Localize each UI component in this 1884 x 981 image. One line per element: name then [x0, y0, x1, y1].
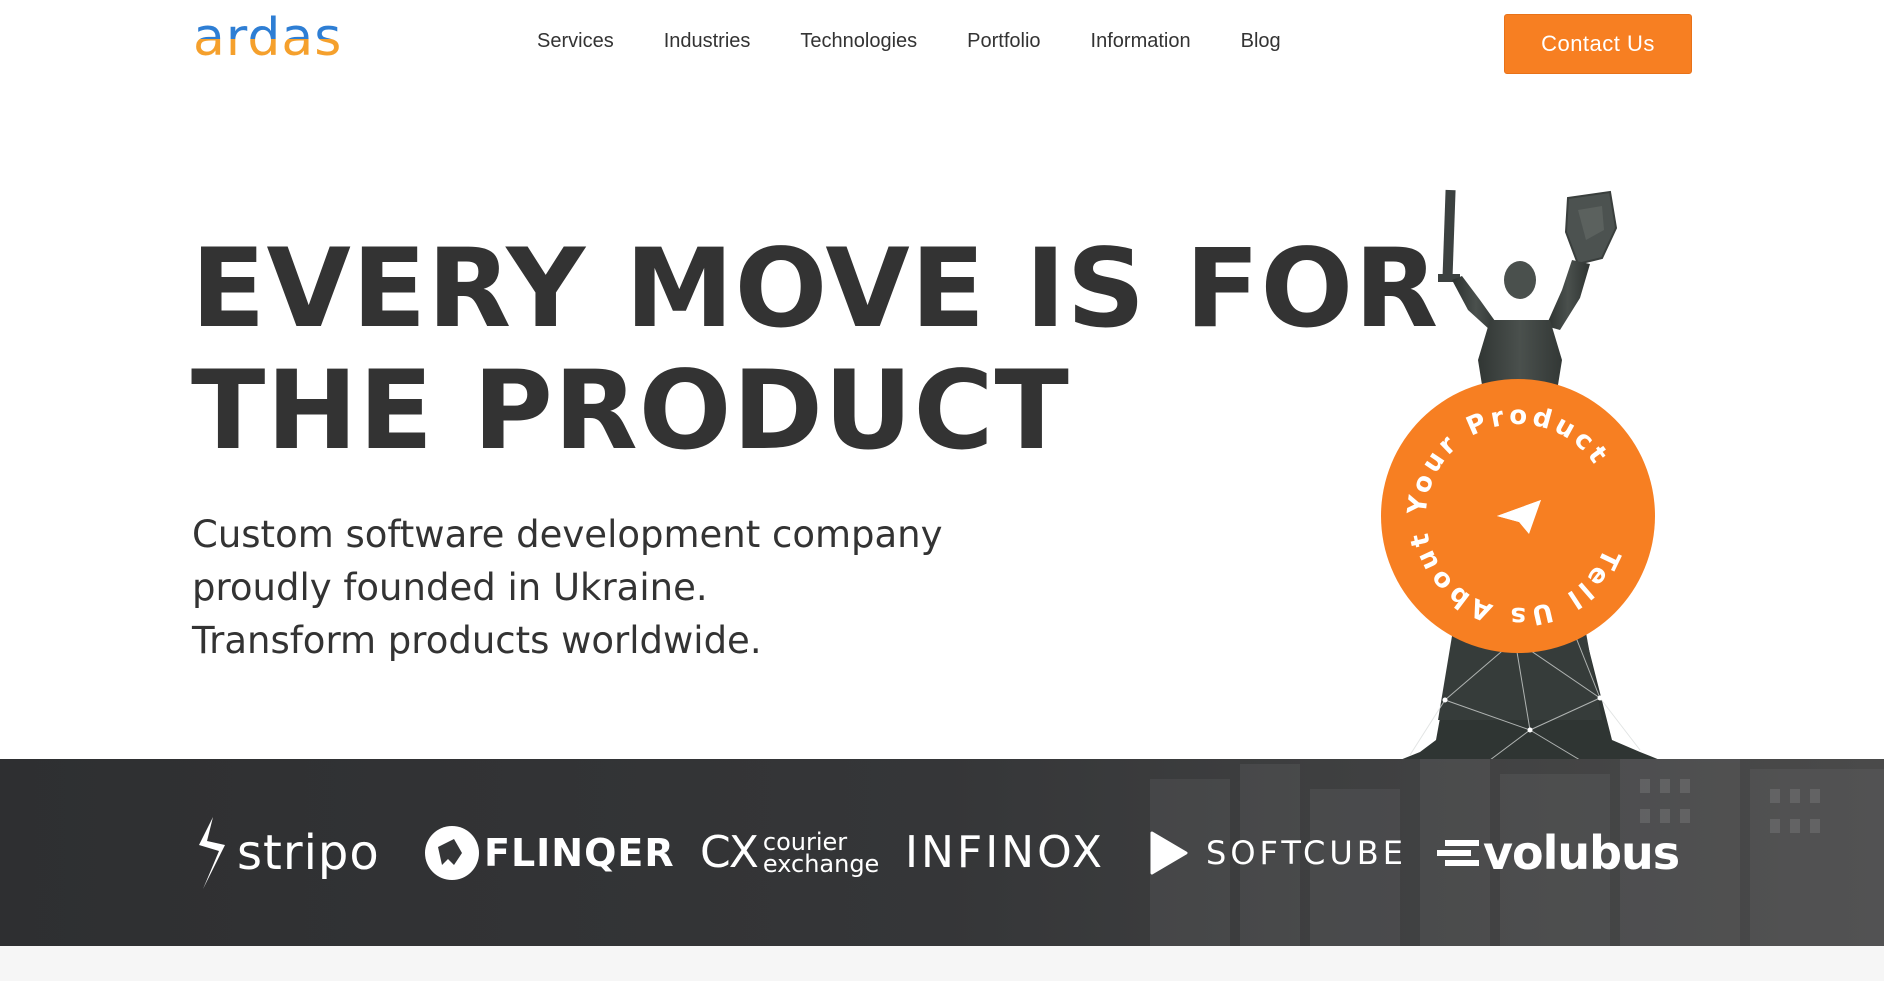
clients-band: stripo FLINQER CX courier exchange INFIN…: [0, 759, 1884, 946]
tell-us-about-product-button[interactable]: Tell Us About Your Product: [1370, 368, 1665, 664]
stripo-mark-icon: [199, 816, 225, 889]
nav-blog[interactable]: Blog: [1241, 30, 1281, 53]
client-logo-courier-exchange: CX courier exchange: [700, 759, 879, 946]
hero-title: EVERY MOVE IS FOR THE PRODUCT: [191, 225, 1440, 474]
courier-exchange-text: courier exchange: [762, 830, 880, 878]
client-name-exchange: exchange: [762, 849, 880, 878]
client-logo-volubus: volubus: [1437, 759, 1680, 946]
logo-text: ardas: [193, 8, 343, 68]
nav-technologies[interactable]: Technologies: [800, 30, 917, 53]
client-logo-softcube: SOFTCUBE: [1150, 759, 1407, 946]
client-logo-stripo: stripo: [191, 759, 380, 946]
flinqer-mark-icon: [425, 825, 479, 880]
client-name-cx: CX: [700, 827, 759, 878]
ardas-logo[interactable]: ardas: [193, 12, 342, 64]
client-name-infinox: INFINOX: [905, 827, 1106, 878]
main-nav: Services Industries Technologies Portfol…: [537, 30, 1331, 53]
hero-subtitle-line-3: Transform products worldwide.: [192, 619, 762, 662]
client-logo-flinqer: FLINQER: [424, 759, 675, 946]
client-name-softcube: SOFTCUBE: [1206, 833, 1407, 872]
nav-information[interactable]: Information: [1091, 30, 1191, 53]
paper-plane-icon: [1497, 500, 1541, 534]
nav-industries[interactable]: Industries: [664, 30, 751, 53]
hero-title-line-2: THE PRODUCT: [191, 347, 1070, 474]
client-name-stripo: stripo: [237, 824, 380, 881]
hero-subtitle-line-1: Custom software development company: [192, 513, 943, 556]
client-logos: stripo FLINQER CX courier exchange INFIN…: [0, 759, 1884, 946]
contact-us-button[interactable]: Contact Us: [1504, 14, 1692, 74]
hero-title-line-1: EVERY MOVE IS FOR: [191, 225, 1440, 352]
softcube-play-icon: [1150, 831, 1188, 874]
client-name-flinqer: FLINQER: [484, 830, 675, 875]
nav-portfolio[interactable]: Portfolio: [967, 30, 1040, 53]
hero-subtitle-line-2: proudly founded in Ukraine.: [192, 566, 708, 609]
nav-services[interactable]: Services: [537, 30, 614, 53]
next-section-edge: [0, 946, 1884, 981]
client-logo-infinox: INFINOX: [905, 759, 1105, 946]
client-name-volubus: volubus: [1483, 825, 1680, 880]
volubus-mark-icon: [1437, 839, 1479, 866]
hero-subtitle: Custom software development company prou…: [192, 508, 1012, 667]
site-header: ardas Services Industries Technologies P…: [0, 0, 1884, 88]
